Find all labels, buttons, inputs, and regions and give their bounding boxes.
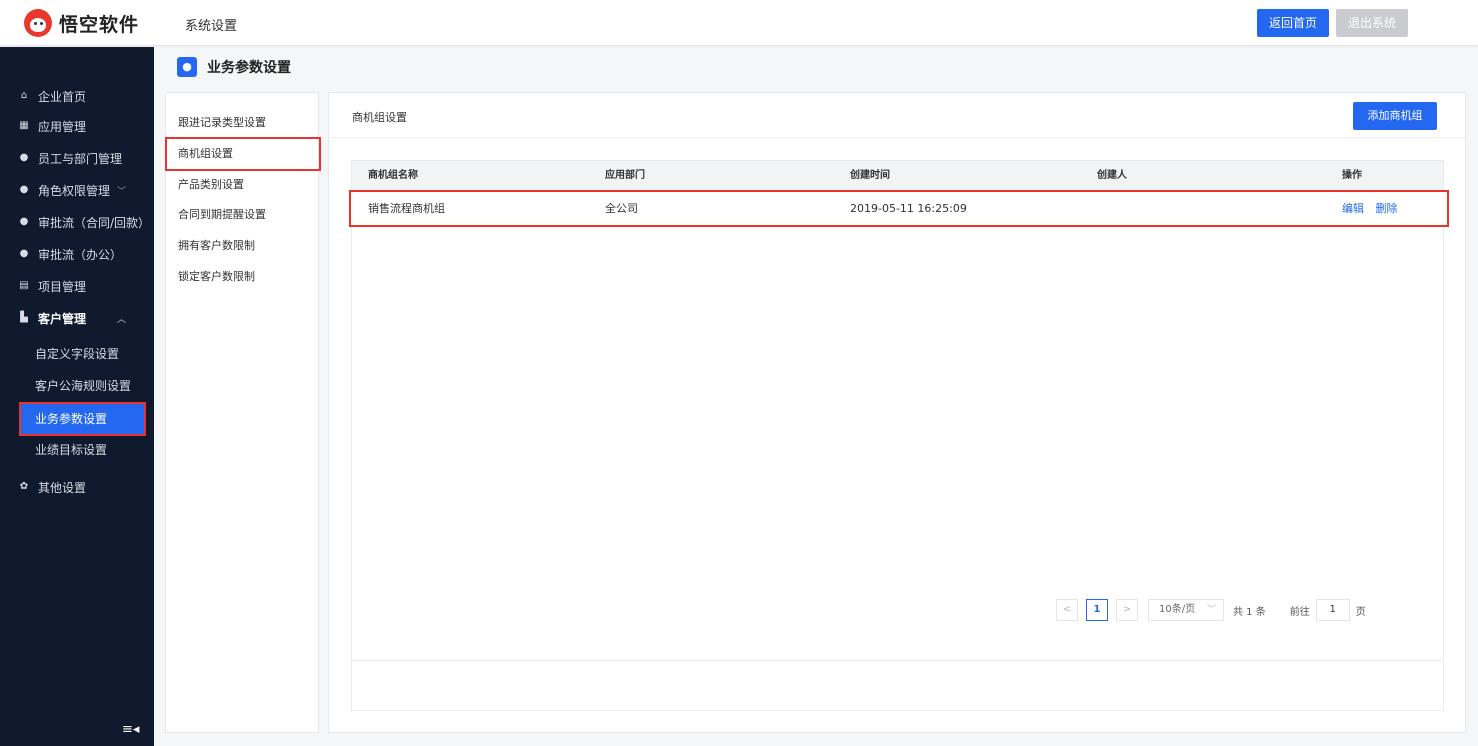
page-size-value: 10条/页 — [1159, 604, 1196, 615]
submenu-item-followup-types[interactable]: 跟进记录类型设置 — [178, 108, 318, 138]
goto-label: 前往 — [1289, 606, 1310, 618]
users-icon: ● — [19, 152, 29, 163]
monkey-logo-icon — [24, 9, 52, 37]
page-unit-label: 页 — [1355, 606, 1366, 618]
sidebar-subitem-custom-fields[interactable]: 自定义字段设置 — [0, 339, 154, 369]
chevron-down-icon: ﹀ — [116, 186, 126, 197]
cell-time: 2019-05-11 16:25:09 — [850, 202, 967, 215]
cell-name: 销售流程商机组 — [368, 202, 445, 215]
exit-system-button[interactable]: 退出系统 — [1336, 9, 1408, 37]
sidebar-subitem-performance-goals[interactable]: 业绩目标设置 — [0, 435, 154, 465]
sidebar-item-roles[interactable]: ● 角色权限管理 ﹀ — [0, 175, 154, 205]
table-header: 商机组名称 应用部门 创建时间 创建人 操作 — [352, 161, 1443, 191]
sidebar-item-label: 项目管理 — [38, 279, 87, 294]
chevron-up-icon: ︿ — [116, 314, 126, 325]
sidebar-item-home[interactable]: ⌂ 企业首页 — [0, 81, 154, 111]
chevron-down-icon: ﹀ — [1206, 605, 1216, 615]
top-title: 系统设置 — [185, 19, 238, 34]
total-count: 共 1 条 — [1233, 606, 1266, 618]
submenu-item-lock-limit[interactable]: 锁定客户数限制 — [178, 262, 318, 292]
opportunity-group-table: 商机组名称 应用部门 创建时间 创建人 操作 销售流程商机组 全公司 2019-… — [349, 160, 1449, 711]
sidebar-item-label: 审批流（合同/回款） — [38, 215, 151, 230]
sidebar-item-label: 客户管理 — [38, 311, 87, 326]
submenu-item-contract-reminder[interactable]: 合同到期提醒设置 — [178, 200, 318, 230]
prev-page-button[interactable]: < — [1056, 599, 1078, 621]
back-home-button[interactable]: 返回首页 — [1257, 9, 1329, 37]
submenu-item-product-categories[interactable]: 产品类别设置 — [178, 170, 318, 200]
sidebar-item-label: 企业首页 — [38, 89, 87, 104]
column-header-actions: 操作 — [1342, 170, 1362, 181]
grid-icon: ▦ — [19, 120, 29, 131]
column-header-creator: 创建人 — [1097, 170, 1127, 181]
user-icon: ● — [19, 216, 29, 227]
column-header-name: 商机组名称 — [368, 170, 418, 181]
sidebar-item-staff[interactable]: ● 员工与部门管理 — [0, 143, 154, 173]
table-row: 销售流程商机组 全公司 2019-05-11 16:25:09 编辑 删除 — [349, 190, 1449, 227]
submenu-item-opportunity-groups[interactable]: 商机组设置 — [165, 137, 321, 171]
panel-title: 商机组设置 — [352, 111, 407, 124]
sidebar-item-label: 角色权限管理 — [38, 183, 111, 198]
sidebar-item-other[interactable]: ✿ 其他设置 — [0, 472, 154, 502]
add-opportunity-group-button[interactable]: 添加商机组 — [1353, 102, 1437, 130]
logo-text: 悟空软件 — [59, 13, 140, 36]
user-icon: ● — [19, 248, 29, 259]
sidebar-item-label: 其他设置 — [38, 480, 87, 495]
column-header-time: 创建时间 — [850, 170, 890, 181]
collapse-menu-icon[interactable]: ≡◂ — [122, 722, 139, 737]
delete-link[interactable]: 删除 — [1376, 202, 1398, 215]
sidebar-item-apps[interactable]: ▦ 应用管理 — [0, 111, 154, 141]
settings-submenu: 跟进记录类型设置 商机组设置 产品类别设置 合同到期提醒设置 拥有客户数限制 锁… — [165, 92, 321, 733]
column-header-dept: 应用部门 — [605, 170, 645, 181]
users-icon: ● — [177, 57, 197, 77]
sidebar-item-approval-office[interactable]: ● 审批流（办公） — [0, 239, 154, 269]
sidebar-item-customers[interactable]: ▙ 客户管理 ︿ — [0, 303, 154, 333]
project-icon: ▤ — [19, 280, 29, 291]
page-title: 业务参数设置 — [207, 60, 291, 76]
building-icon: ▙ — [20, 312, 28, 323]
gear-icon: ✿ — [19, 481, 29, 492]
edit-link[interactable]: 编辑 — [1342, 202, 1364, 215]
sidebar-item-label: 应用管理 — [38, 119, 87, 134]
sidebar-item-projects[interactable]: ▤ 项目管理 — [0, 271, 154, 301]
submenu-item-customer-limit[interactable]: 拥有客户数限制 — [178, 231, 318, 261]
main-panel: 商机组设置 添加商机组 商机组名称 应用部门 创建时间 创建人 操作 销售流程商… — [328, 92, 1466, 733]
divider — [329, 137, 1465, 138]
next-page-button[interactable]: > — [1116, 599, 1138, 621]
top-bar: 悟空软件 系统设置 返回首页 退出系统 — [0, 0, 1478, 46]
page-size-select[interactable]: 10条/页 ﹀ — [1148, 599, 1224, 621]
pagination: < 1 > 10条/页 ﹀ 共 1 条 前往 1 页 — [1056, 599, 1366, 621]
sidebar-subitem-business-params[interactable]: 业务参数设置 — [19, 402, 146, 436]
home-icon: ⌂ — [20, 90, 28, 101]
sidebar-subitem-public-pool[interactable]: 客户公海规则设置 — [0, 371, 154, 401]
sidebar-item-label: 审批流（办公） — [38, 247, 123, 262]
user-icon: ● — [19, 184, 29, 195]
page-header: ● 业务参数设置 — [177, 57, 291, 77]
app-logo[interactable]: 悟空软件 — [24, 9, 139, 37]
pager-divider — [352, 660, 1443, 661]
page-number-1[interactable]: 1 — [1086, 599, 1108, 621]
sidebar-item-label: 员工与部门管理 — [38, 151, 123, 166]
sidebar: ⌂ 企业首页 ▦ 应用管理 ● 员工与部门管理 ● 角色权限管理 ﹀ ● 审批流… — [0, 47, 154, 746]
cell-dept: 全公司 — [605, 202, 638, 215]
goto-page-input[interactable]: 1 — [1315, 599, 1350, 621]
sidebar-item-approval-contract[interactable]: ● 审批流（合同/回款） — [0, 207, 154, 237]
